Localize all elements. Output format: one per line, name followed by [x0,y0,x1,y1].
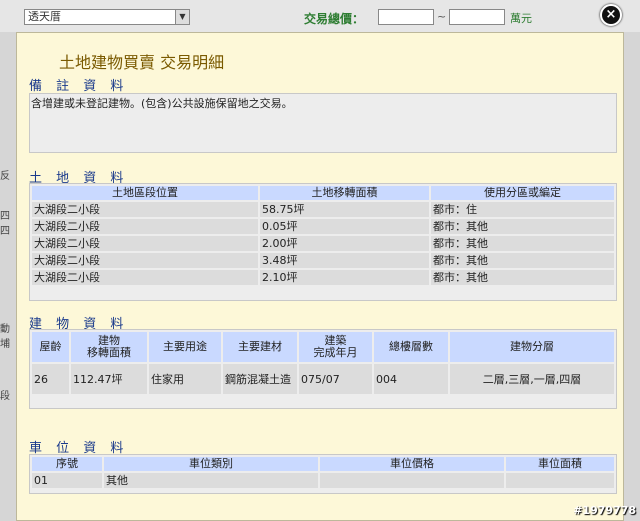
building-type-select-value: 透天厝 [28,10,61,23]
close-icon[interactable]: × [600,4,622,26]
building-completion: 075/07 [299,364,372,394]
price-min-input[interactable] [378,9,434,25]
total-price-label: 交易總價： [304,12,365,26]
land-table-header: 土地區段位置 土地移轉面積 使用分區或編定 [32,186,614,200]
building-floor-levels: 二層,三層,一層,四層 [450,364,614,394]
parking-col-header: 序號 [32,457,102,471]
land-area: 0.05坪 [260,219,429,234]
building-type-select[interactable]: 透天厝 ▼ [24,9,190,25]
land-zoning: 都市：其他 [431,236,614,251]
building-age: 26 [32,364,69,394]
building-col-header: 主要建材 [223,332,297,362]
parking-type: 其他 [104,473,318,488]
background-side-text: 四四 [0,211,10,237]
parking-table-header: 序號 車位類別 車位價格 車位面積 [32,457,614,471]
parking-price [320,473,504,488]
range-separator: ~ [437,10,447,23]
land-location: 大湖段二小段 [32,202,258,217]
table-row: 大湖段二小段 58.75坪 都市：住 [32,202,614,217]
building-area: 112.47坪 [71,364,147,394]
building-col-header: 主要用途 [149,332,221,362]
remarks-heading: 備 註 資 料 [29,79,129,94]
table-row: 大湖段二小段 2.10坪 都市：其他 [32,270,614,285]
parking-col-header: 車位價格 [320,457,504,471]
building-table: 屋齡 建物 移轉面積 主要用途 主要建材 建築 完成年月 總樓層數 建物分層 2… [30,330,616,396]
table-row: 大湖段二小段 2.00坪 都市：其他 [32,236,614,251]
table-row: 大湖段二小段 3.48坪 都市：其他 [32,253,614,268]
background-side-text: 反 [0,171,10,182]
parking-col-header: 車位面積 [506,457,614,471]
land-area: 3.48坪 [260,253,429,268]
background-side-text: 段 [0,391,10,402]
land-location: 大湖段二小段 [32,253,258,268]
building-material: 鋼筋混凝土造 [223,364,297,394]
land-zoning: 都市：其他 [431,219,614,234]
land-zoning: 都市：其他 [431,253,614,268]
land-location: 大湖段二小段 [32,219,258,234]
table-row: 01 其他 [32,473,614,488]
land-location: 大湖段二小段 [32,270,258,285]
land-area: 58.75坪 [260,202,429,217]
background-side-text: 動埔 [0,324,10,350]
table-row: 26 112.47坪 住家用 鋼筋混凝土造 075/07 004 二層,三層,一… [32,364,614,394]
table-row: 大湖段二小段 0.05坪 都市：其他 [32,219,614,234]
parking-number: 01 [32,473,102,488]
building-use: 住家用 [149,364,221,394]
transaction-detail-modal: 土地建物買賣 交易明細 備 註 資 料 含增建或未登記建物。(包含)公共設施保留… [16,32,624,521]
building-col-header: 屋齡 [32,332,69,362]
parking-area [506,473,614,488]
parking-table: 序號 車位類別 車位價格 車位面積 01 其他 [30,455,616,490]
image-watermark: #1979778 [573,504,636,517]
background-left-strip: 反 四四 動埔 段 [0,32,16,521]
land-col-header: 土地移轉面積 [260,186,429,200]
building-col-header: 建物 移轉面積 [71,332,147,362]
building-col-header: 建築 完成年月 [299,332,372,362]
modal-title: 土地建物買賣 交易明細 [59,53,225,72]
building-col-header: 建物分層 [450,332,614,362]
chevron-down-icon[interactable]: ▼ [175,10,189,24]
remarks-text: 含增建或未登記建物。(包含)公共設施保留地之交易。 [31,97,293,110]
parking-col-header: 車位類別 [104,457,318,471]
land-area: 2.00坪 [260,236,429,251]
land-col-header: 使用分區或編定 [431,186,614,200]
building-col-header: 總樓層數 [374,332,448,362]
background-right-strip [624,32,640,521]
building-floors: 004 [374,364,448,394]
land-table: 土地區段位置 土地移轉面積 使用分區或編定 大湖段二小段 58.75坪 都市：住… [30,184,616,287]
land-zoning: 都市：其他 [431,270,614,285]
price-unit-label: 萬元 [510,12,532,25]
land-area: 2.10坪 [260,270,429,285]
price-max-input[interactable] [449,9,505,25]
building-table-header: 屋齡 建物 移轉面積 主要用途 主要建材 建築 完成年月 總樓層數 建物分層 [32,332,614,362]
land-location: 大湖段二小段 [32,236,258,251]
land-zoning: 都市：住 [431,202,614,217]
land-col-header: 土地區段位置 [32,186,258,200]
